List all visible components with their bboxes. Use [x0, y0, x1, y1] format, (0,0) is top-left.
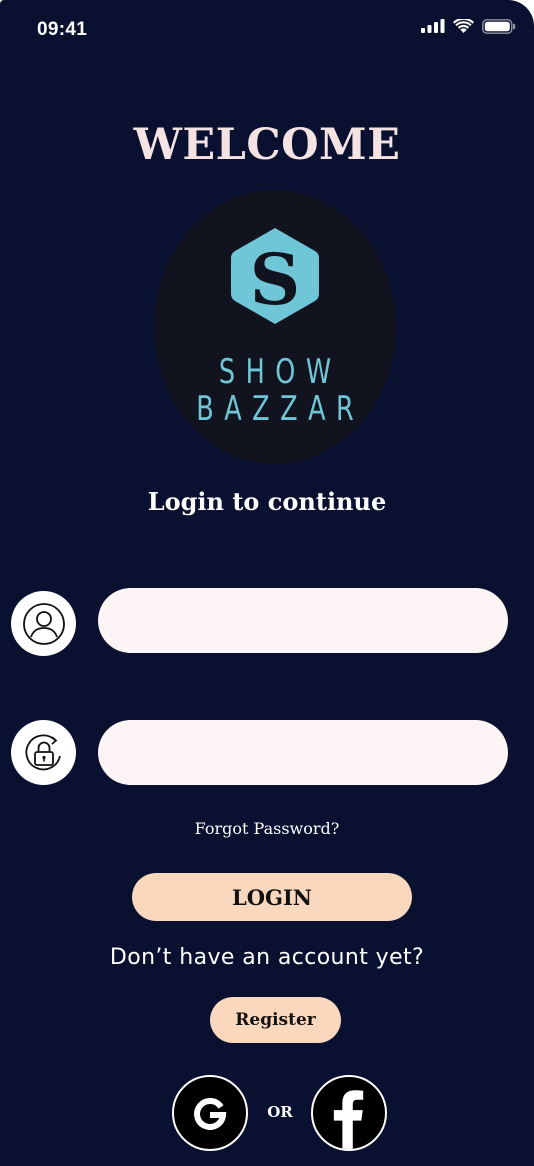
login-button[interactable]: LOGIN [132, 873, 412, 921]
or-label: OR [267, 1103, 293, 1121]
logo-text-bazzar: BAZZAR [196, 389, 365, 429]
logo-letter: S [250, 238, 301, 321]
google-login-button[interactable] [172, 1075, 248, 1151]
forgot-password-link[interactable]: Forgot Password? [0, 819, 534, 838]
facebook-login-button[interactable] [311, 1075, 387, 1151]
facebook-icon [333, 1090, 364, 1149]
battery-icon [482, 18, 516, 34]
login-screen: 09:41 WELCOME S SHOW BAZZAR Login to con… [0, 0, 534, 1166]
password-input[interactable] [98, 720, 508, 785]
lock-refresh-icon [11, 720, 76, 785]
no-account-text: Don’t have an account yet? [109, 945, 425, 970]
logo-hexagon-icon: S [231, 228, 319, 324]
signal-icon [421, 19, 445, 33]
status-icons [421, 17, 516, 35]
status-time: 09:41 [37, 19, 88, 40]
register-button[interactable]: Register [210, 997, 341, 1043]
logo-text-show: SHOW [218, 352, 342, 392]
wifi-icon [453, 18, 474, 33]
welcome-title: WELCOME [133, 120, 401, 170]
google-icon [194, 1098, 227, 1130]
username-input[interactable] [98, 588, 508, 653]
login-subtitle: Login to continue [147, 487, 387, 516]
user-icon [11, 591, 76, 656]
